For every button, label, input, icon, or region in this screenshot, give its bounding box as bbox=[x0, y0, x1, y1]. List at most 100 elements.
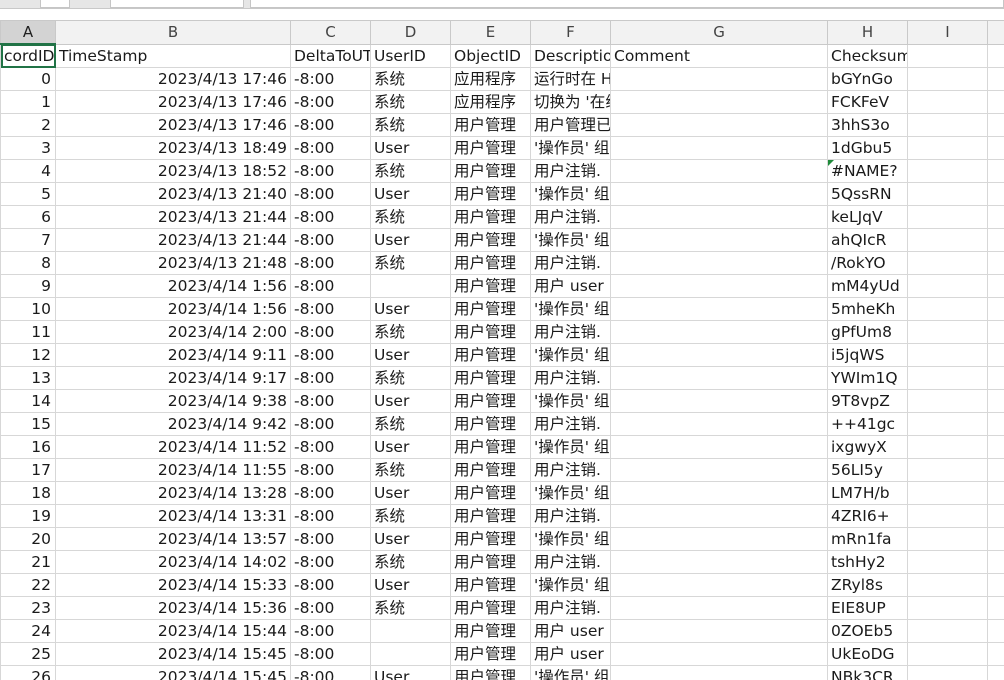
cell-e[interactable]: 用户管理 bbox=[450, 182, 531, 206]
cell-g[interactable] bbox=[610, 136, 828, 160]
cell-f[interactable]: 用户注销. bbox=[530, 320, 611, 344]
cell-f[interactable]: '操作员' 组中的用户 'User' 已登录. bbox=[530, 481, 611, 505]
cell-j[interactable] bbox=[987, 297, 1004, 321]
cell-g[interactable] bbox=[610, 182, 828, 206]
cell-c[interactable]: -8:00 bbox=[290, 458, 371, 482]
cell-i[interactable] bbox=[907, 366, 988, 390]
cell-h[interactable]: bGYnGo bbox=[827, 67, 908, 91]
cell-g[interactable] bbox=[610, 665, 828, 680]
cell-h[interactable]: 4ZRI6+ bbox=[827, 504, 908, 528]
cell-e[interactable]: 应用程序 bbox=[450, 90, 531, 114]
cell-b[interactable]: 2023/4/14 1:56 bbox=[55, 274, 291, 298]
cell-h[interactable]: 1dGbu5 bbox=[827, 136, 908, 160]
cell-e[interactable]: 用户管理 bbox=[450, 297, 531, 321]
cell-i[interactable] bbox=[907, 412, 988, 436]
cell-g[interactable] bbox=[610, 458, 828, 482]
cell-h[interactable]: keLJqV bbox=[827, 205, 908, 229]
cell-j[interactable] bbox=[987, 550, 1004, 574]
cell-c[interactable]: -8:00 bbox=[290, 343, 371, 367]
cell-d[interactable]: 系统 bbox=[370, 504, 451, 528]
cell-f[interactable]: '操作员' 组中的用户 'User' 已登录. bbox=[530, 297, 611, 321]
cell-f[interactable]: 用户注销. bbox=[530, 159, 611, 183]
cell-a[interactable]: 24 bbox=[0, 619, 56, 643]
cell-a[interactable]: 15 bbox=[0, 412, 56, 436]
cell-h[interactable]: /RokYO bbox=[827, 251, 908, 275]
cell-h1[interactable]: Checksum bbox=[827, 43, 908, 68]
cell-b[interactable]: 2023/4/13 17:46 bbox=[55, 67, 291, 91]
cell-i[interactable] bbox=[907, 90, 988, 114]
cell-a[interactable]: 10 bbox=[0, 297, 56, 321]
column-header-b[interactable]: B bbox=[55, 20, 291, 45]
cell-e[interactable]: 用户管理 bbox=[450, 619, 531, 643]
cell-e[interactable]: 用户管理 bbox=[450, 113, 531, 137]
cell-f[interactable]: 用户注销. bbox=[530, 366, 611, 390]
cell-b[interactable]: 2023/4/14 9:38 bbox=[55, 389, 291, 413]
cell-j[interactable] bbox=[987, 619, 1004, 643]
cell-e[interactable]: 用户管理 bbox=[450, 136, 531, 160]
cell-a[interactable]: 3 bbox=[0, 136, 56, 160]
cell-j[interactable] bbox=[987, 366, 1004, 390]
cell-g[interactable] bbox=[610, 550, 828, 574]
column-header-f[interactable]: F bbox=[530, 20, 611, 45]
cell-i[interactable] bbox=[907, 504, 988, 528]
cell-a[interactable]: 26 bbox=[0, 665, 56, 680]
cell-c[interactable]: -8:00 bbox=[290, 90, 371, 114]
cell-j[interactable] bbox=[987, 320, 1004, 344]
cell-j[interactable] bbox=[987, 389, 1004, 413]
cell-a[interactable]: 25 bbox=[0, 642, 56, 666]
cell-g[interactable] bbox=[610, 67, 828, 91]
cell-i[interactable] bbox=[907, 251, 988, 275]
column-header-c[interactable]: C bbox=[290, 20, 371, 45]
cell-g[interactable] bbox=[610, 389, 828, 413]
column-header-e[interactable]: E bbox=[450, 20, 531, 45]
cell-h[interactable]: mRn1fa bbox=[827, 527, 908, 551]
cell-e[interactable]: 用户管理 bbox=[450, 596, 531, 620]
cell-g[interactable] bbox=[610, 527, 828, 551]
cell-e[interactable]: 用户管理 bbox=[450, 458, 531, 482]
cell-f[interactable]: 用户注销. bbox=[530, 412, 611, 436]
cell-b[interactable]: 2023/4/14 11:52 bbox=[55, 435, 291, 459]
cell-d[interactable]: User bbox=[370, 481, 451, 505]
cell-f[interactable]: 用户注销. bbox=[530, 458, 611, 482]
cell-f[interactable]: 切换为 '在线' 操作模式. bbox=[530, 90, 611, 114]
cell-g[interactable] bbox=[610, 504, 828, 528]
cell-c[interactable]: -8:00 bbox=[290, 182, 371, 206]
cell-j[interactable] bbox=[987, 527, 1004, 551]
column-header-j[interactable] bbox=[987, 20, 1004, 45]
cell-a[interactable]: 6 bbox=[0, 205, 56, 229]
cell-i[interactable] bbox=[907, 297, 988, 321]
cell-d[interactable]: 系统 bbox=[370, 320, 451, 344]
cell-c[interactable]: -8:00 bbox=[290, 251, 371, 275]
cell-b[interactable]: 2023/4/14 9:42 bbox=[55, 412, 291, 436]
cell-i[interactable] bbox=[907, 596, 988, 620]
cell-h[interactable]: 9T8vpZ bbox=[827, 389, 908, 413]
cell-h[interactable]: FCKFeV bbox=[827, 90, 908, 114]
cell-c[interactable]: -8:00 bbox=[290, 642, 371, 666]
cell-e[interactable]: 用户管理 bbox=[450, 481, 531, 505]
cell-c[interactable]: -8:00 bbox=[290, 159, 371, 183]
cell-f1[interactable]: Description bbox=[530, 43, 611, 68]
cell-b1[interactable]: TimeStamp bbox=[55, 43, 291, 68]
cell-d[interactable]: User bbox=[370, 435, 451, 459]
cell-i[interactable] bbox=[907, 113, 988, 137]
cell-c[interactable]: -8:00 bbox=[290, 389, 371, 413]
cell-b[interactable]: 2023/4/14 9:17 bbox=[55, 366, 291, 390]
cell-b[interactable]: 2023/4/14 13:31 bbox=[55, 504, 291, 528]
cell-c[interactable]: -8:00 bbox=[290, 320, 371, 344]
column-header-a[interactable]: A bbox=[0, 20, 56, 45]
cell-e[interactable]: 用户管理 bbox=[450, 389, 531, 413]
cell-i[interactable] bbox=[907, 343, 988, 367]
cell-g[interactable] bbox=[610, 481, 828, 505]
cell-a1[interactable]: cordID bbox=[0, 43, 56, 68]
cell-e[interactable]: 应用程序 bbox=[450, 67, 531, 91]
cell-f[interactable]: '操作员' 组中的用户 'User' 已登录. bbox=[530, 182, 611, 206]
cell-h[interactable]: 56LI5y bbox=[827, 458, 908, 482]
cell-f[interactable]: '操作员' 组中的用户 'User' 已登录. bbox=[530, 527, 611, 551]
cell-d[interactable] bbox=[370, 274, 451, 298]
cell-h[interactable]: ZRyl8s bbox=[827, 573, 908, 597]
column-header-h[interactable]: H bbox=[827, 20, 908, 45]
cell-b[interactable]: 2023/4/13 17:46 bbox=[55, 90, 291, 114]
cell-b[interactable]: 2023/4/14 14:02 bbox=[55, 550, 291, 574]
cell-f[interactable]: 用户 user 已经连续尝试登录 1 次，均 bbox=[530, 619, 611, 643]
cell-g[interactable] bbox=[610, 205, 828, 229]
